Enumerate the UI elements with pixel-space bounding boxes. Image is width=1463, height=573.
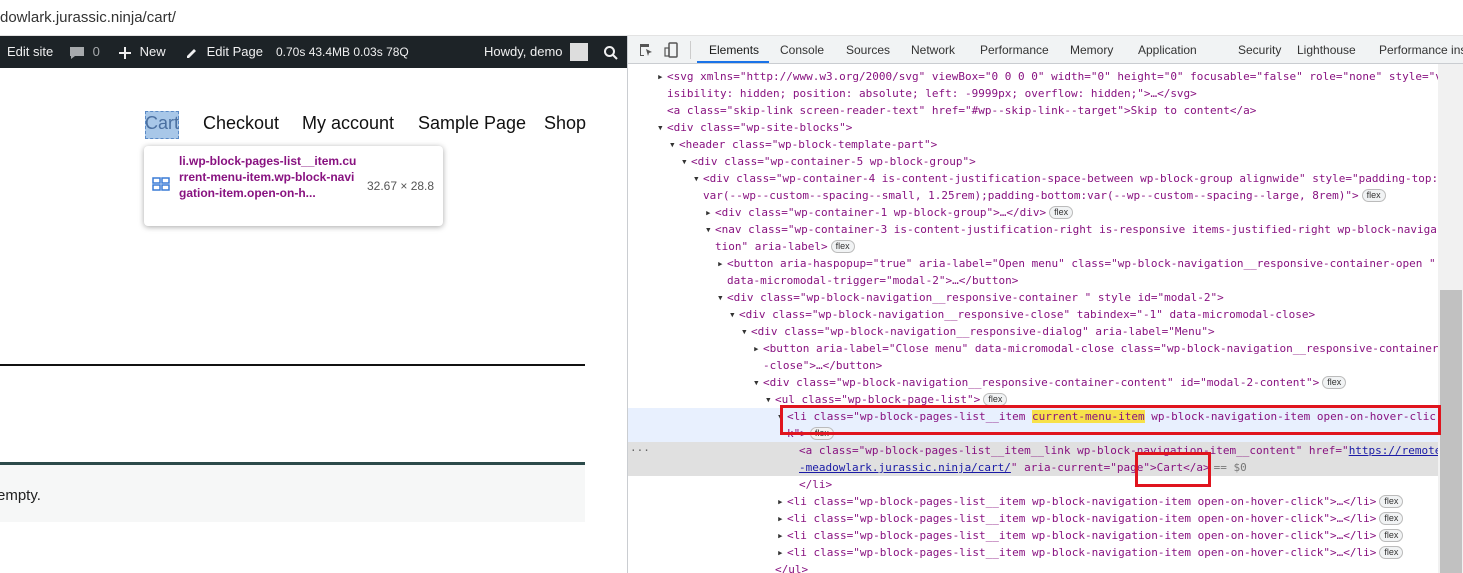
nav-item-shop[interactable]: Shop (544, 113, 586, 134)
dom-node-cont: isibility: hidden; position: absolute; l… (667, 87, 1197, 100)
dom-node-cont: data-micromodal-trigger="modal-2">…</but… (727, 274, 1019, 287)
dom-node[interactable]: ▸ <svg xmlns="http://www.w3.org/2000/svg"… (628, 68, 1438, 85)
tab-memory[interactable]: Memory (1070, 43, 1113, 57)
comment-icon (70, 46, 84, 59)
nav-item-checkout[interactable]: Checkout (203, 113, 279, 134)
search-icon (604, 45, 618, 60)
annotation-box-li (780, 405, 1441, 435)
tab-lighthouse[interactable]: Lighthouse (1297, 43, 1356, 57)
devtools-tabbar: Elements Console Sources Network Perform… (628, 36, 1463, 64)
howdy-account-menu[interactable]: Howdy, demo (484, 36, 589, 68)
tab-performance[interactable]: Performance (980, 43, 1049, 57)
tab-application[interactable]: Application (1138, 43, 1197, 57)
tab-console[interactable]: Console (780, 43, 824, 57)
dom-node[interactable]: ▾ <div class="wp-block-navigation__respon… (628, 289, 1438, 306)
dom-node[interactable]: </ul> (628, 561, 1438, 573)
dom-node[interactable]: ▾ <div class="wp-block-navigation__respon… (628, 323, 1438, 340)
tooltip-size: 32.67 × 28.8 (367, 179, 435, 193)
comments-link[interactable]: 0 (69, 36, 100, 68)
devtools-panel: Elements Console Sources Network Perform… (627, 36, 1463, 573)
flex-badge[interactable]: flex (1379, 495, 1404, 508)
dom-node[interactable]: ▸ <li class="wp-block-pages-list__item wp… (628, 527, 1438, 544)
edit-site-link[interactable]: Edit site (7, 36, 53, 68)
tab-performance-insights[interactable]: Performance ins (1379, 43, 1463, 57)
pencil-icon (187, 48, 196, 58)
new-content-link[interactable]: New (118, 36, 166, 68)
dom-node[interactable]: </li> (628, 476, 1438, 493)
inspect-element-icon[interactable] (638, 42, 654, 58)
flex-badge[interactable]: flex (1379, 529, 1404, 542)
dom-node[interactable]: ▸ <div class="wp-container-1 wp-block-gro… (628, 204, 1438, 221)
nav-item-sample-page[interactable]: Sample Page (418, 113, 526, 134)
tooltip-selector: li.wp-block-pages-list__item.current-men… (179, 154, 357, 200)
cart-empty-notice: empty. (0, 462, 585, 522)
avatar (570, 42, 589, 61)
edit-page-link[interactable]: Edit Page (185, 36, 263, 68)
site-viewport: Cart Checkout My account Sample Page Sho… (0, 68, 627, 573)
href-link[interactable]: https://remote (1349, 444, 1438, 457)
tab-elements[interactable]: Elements (709, 43, 759, 57)
dom-node[interactable]: ▸ <li class="wp-block-pages-list__item wp… (628, 493, 1438, 510)
dom-node[interactable]: ▾ <div class="wp-container-5 wp-block-gro… (628, 153, 1438, 170)
dom-node-cont: -close">…</button> (763, 359, 883, 372)
dom-node[interactable]: ▾ <div class="wp-site-blocks"> (628, 119, 1438, 136)
toolbar-divider (690, 41, 691, 59)
flex-badge[interactable]: flex (1322, 376, 1347, 389)
dom-node-cont: var(--wp--custom--spacing--small, 1.25re… (628, 187, 1438, 204)
dom-node-cont: tion" aria-label> flex (628, 238, 1438, 255)
dom-node-cont: -meadowlark.jurassic.ninja/cart/" aria-c… (628, 459, 1438, 476)
scrollbar-thumb[interactable] (1440, 290, 1462, 573)
tab-security[interactable]: Security (1238, 43, 1281, 57)
flex-badge[interactable]: flex (1361, 189, 1386, 202)
dom-node[interactable]: ▾ <div class="wp-block-navigation__respon… (628, 374, 1438, 391)
notice-text: empty. (0, 487, 41, 504)
address-bar[interactable]: dowlark.jurassic.ninja/cart/ (0, 0, 1463, 36)
flex-badge[interactable]: flex (830, 240, 855, 253)
url-text: dowlark.jurassic.ninja/cart/ (0, 9, 176, 26)
device-toolbar-icon[interactable] (664, 42, 680, 58)
dom-node[interactable]: ▾ <nav class="wp-container-3 is-content-j… (628, 221, 1438, 238)
flex-badge[interactable]: flex (1379, 546, 1404, 559)
dom-node-selected[interactable]: ··· <a class="wp-block-pages-list__item__… (628, 442, 1438, 459)
nav-item-cart[interactable]: Cart (145, 113, 179, 134)
dom-tree: ▸ <svg xmlns="http://www.w3.org/2000/svg"… (628, 64, 1438, 573)
flex-badge[interactable]: flex (1049, 206, 1074, 219)
dom-node[interactable]: ▸ <li class="wp-block-pages-list__item wp… (628, 510, 1438, 527)
dom-node[interactable]: ▾ <div class="wp-container-4 is-content-j… (628, 170, 1438, 187)
dom-scrollbar[interactable] (1438, 64, 1463, 573)
dom-node[interactable]: <a class="skip-link screen-reader-text" … (628, 102, 1438, 119)
wp-admin-bar: Edit site 0 New Edit Page 0.70s 43.4MB 0… (0, 36, 627, 68)
plus-icon (119, 46, 131, 59)
active-tab-indicator (697, 61, 769, 63)
tab-network[interactable]: Network (911, 43, 955, 57)
more-dots-icon[interactable]: ··· (630, 442, 650, 459)
dom-node[interactable]: ▾ <header class="wp-block-template-part"> (628, 136, 1438, 153)
dom-node[interactable]: ▸ <button aria-haspopup="true" aria-label… (628, 255, 1438, 272)
admin-search-button[interactable] (603, 36, 619, 68)
dom-node[interactable]: ▾ <div class="wp-block-navigation__respon… (628, 306, 1438, 323)
dom-node[interactable]: ▸ <button aria-label="Close menu" data-mi… (628, 340, 1438, 357)
nav-item-my-account[interactable]: My account (302, 113, 394, 134)
dom-node[interactable]: ▸ <li class="wp-block-pages-list__item wp… (628, 544, 1438, 561)
grid-layout-icon (152, 177, 170, 191)
inspect-tooltip: li.wp-block-pages-list__item.current-men… (144, 146, 443, 226)
flex-badge[interactable]: flex (1379, 512, 1404, 525)
tab-sources[interactable]: Sources (846, 43, 890, 57)
annotation-box-cart (1135, 452, 1211, 487)
query-monitor-stats[interactable]: 0.70s 43.4MB 0.03s 78Q (276, 36, 409, 68)
separator (0, 364, 585, 366)
